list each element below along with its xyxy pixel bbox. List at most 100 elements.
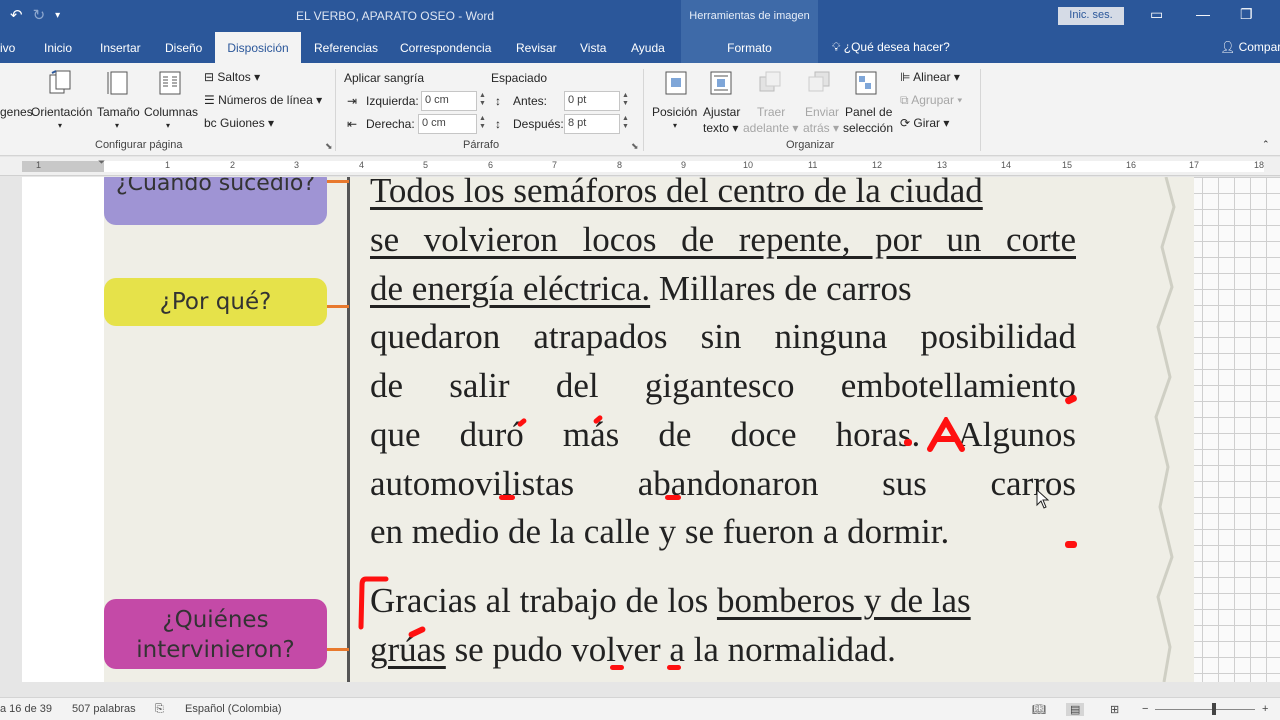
indent-right-label: Derecha:	[366, 117, 415, 131]
text-line-10: grúas se pudo volver a la normalidad.	[370, 630, 1076, 670]
tab-design[interactable]: Diseño	[165, 41, 202, 55]
tab-file[interactable]: ivo	[0, 41, 15, 55]
ribbon-tabs: ivo Inicio Insertar Diseño Referencias C…	[0, 32, 1280, 63]
zoom-slider[interactable]	[1155, 709, 1255, 710]
restore-icon[interactable]: ❐	[1240, 6, 1253, 23]
tab-review[interactable]: Revisar	[516, 41, 557, 55]
tab-layout[interactable]: Disposición	[215, 32, 301, 64]
margins-button[interactable]: genes	[0, 105, 33, 119]
orientation-button[interactable]: Orientación	[31, 105, 92, 119]
tab-references[interactable]: Referencias	[314, 41, 378, 55]
columns-button[interactable]: Columnas	[144, 105, 198, 119]
tab-insert[interactable]: Insertar	[100, 41, 141, 55]
line-numbers-label: Números de línea	[218, 93, 313, 107]
undo-icon[interactable]: ↶	[10, 6, 23, 24]
spacing-before-spinner[interactable]: ▲ ▼	[622, 92, 629, 108]
align-button[interactable]: ⊫ Alinear ▾	[900, 70, 960, 84]
spacing-before-label: Antes:	[513, 94, 548, 108]
read-mode-icon[interactable]: 📖︎	[1032, 703, 1046, 716]
customize-qat-icon[interactable]: ▾	[55, 10, 60, 21]
minimize-icon[interactable]: —	[1196, 6, 1210, 22]
lightbulb-icon: 💡︎	[832, 40, 844, 54]
spacing-before-input[interactable]: 0 pt	[564, 91, 620, 111]
ribbon-display-options-icon[interactable]: ▭	[1150, 6, 1163, 23]
hyphenation-button[interactable]: bc Guiones ▾	[204, 116, 274, 130]
spacing-after-spinner[interactable]: ▲ ▼	[622, 115, 629, 131]
text-line-2: se volvieron locos de repente, por un co…	[370, 220, 1076, 259]
paragraph-launcher-icon[interactable]: ⬊	[631, 141, 639, 152]
collapse-ribbon-icon[interactable]: ⌃	[1262, 139, 1270, 150]
ruler-number: 16	[1126, 160, 1137, 170]
text-line-4: quedaron atrapados sin ninguna posibilid…	[370, 317, 1076, 356]
pill-when: ¿Cuándo sucedió?	[104, 177, 327, 225]
text-line-9: Gracias al trabajo de los bomberos y de …	[370, 581, 1076, 621]
spacing-after-input[interactable]: 8 pt	[564, 114, 620, 134]
picture-tools-title: Herramientas de imagen	[681, 0, 818, 32]
orientation-icon	[49, 70, 71, 94]
size-button[interactable]: Tamaño	[97, 105, 140, 119]
indent-left-spinner[interactable]: ▲ ▼	[479, 92, 486, 108]
page-setup-launcher-icon[interactable]: ⬊	[325, 141, 333, 152]
indent-marker-icon[interactable]: ⏷	[98, 157, 105, 168]
size-dropdown-icon: ▾	[115, 121, 120, 130]
selection-pane-label-1[interactable]: Panel de	[845, 105, 892, 119]
ink-capital-a	[927, 417, 965, 452]
ink-period-2	[1065, 541, 1077, 548]
text-line-3: de energía eléctrica. Millares de carros	[370, 269, 1076, 309]
inserted-picture[interactable]: ¿Cuándo sucedió? ¿Por qué? ¿Quiénes inte…	[104, 177, 1194, 682]
tell-me-box[interactable]: 💡︎ ¿Qué desea hacer?	[832, 40, 950, 55]
text-line-10-rest: se pudo volver a la normalidad.	[445, 630, 896, 669]
print-layout-icon[interactable]: ▤	[1066, 703, 1085, 716]
bring-forward-label-2: adelante	[743, 121, 790, 135]
group-label: Agrupar	[911, 93, 954, 107]
spacing-after-label: Después:	[513, 117, 564, 131]
pill-who: ¿Quiénes intervinieron?	[104, 599, 327, 669]
ruler-number: 3	[294, 160, 300, 170]
position-icon	[665, 71, 687, 95]
horizontal-ruler[interactable]: ⏷ 1 1 2 3 4 5 6 7 8 9 10 11 12 13 14 15 …	[0, 157, 1280, 176]
wrap-text-button[interactable]: texto ▾	[703, 121, 738, 135]
indent-right-input[interactable]: 0 cm	[418, 114, 477, 134]
send-backward-label-1: Enviar	[805, 105, 840, 119]
rotate-button[interactable]: ⟳ Girar ▾	[900, 116, 949, 130]
zoom-out-icon[interactable]: −	[1142, 703, 1148, 715]
group-separator	[335, 69, 336, 151]
wrap-text-label-1[interactable]: Ajustar	[703, 105, 740, 119]
spacing-after-icon: ↕	[495, 117, 501, 131]
columns-icon	[159, 71, 181, 95]
ink-underline-v-3	[667, 665, 681, 670]
web-layout-icon[interactable]: ⊞	[1110, 703, 1119, 716]
spacing-before-icon: ↕	[495, 94, 501, 108]
proofing-icon[interactable]: ⎘	[155, 703, 164, 716]
share-button[interactable]: 👤︎ Compar	[1220, 40, 1280, 54]
page-count[interactable]: a 16 de 39	[0, 703, 52, 715]
indent-right-spinner[interactable]: ▲ ▼	[479, 115, 486, 131]
tab-home[interactable]: Inicio	[44, 41, 72, 55]
redo-icon[interactable]: ↻	[33, 6, 46, 24]
text-line-3-underlined: de energía eléctrica.	[370, 269, 651, 308]
columns-dropdown-icon: ▾	[166, 121, 171, 130]
zoom-slider-thumb[interactable]	[1212, 703, 1216, 715]
status-bar: a 16 de 39 507 palabras ⎘ Español (Colom…	[0, 697, 1280, 720]
word-count[interactable]: 507 palabras	[72, 703, 136, 715]
document-area[interactable]: ¿Cuándo sucedió? ¿Por qué? ¿Quiénes inte…	[0, 177, 1280, 697]
selection-pane-button[interactable]: selección	[843, 121, 893, 135]
indent-left-input[interactable]: 0 cm	[421, 91, 477, 111]
tab-view[interactable]: Vista	[580, 41, 606, 55]
sign-in-button[interactable]: Inic. ses.	[1058, 7, 1124, 25]
breaks-button[interactable]: ⊟ Saltos ▾	[204, 70, 260, 84]
align-label: Alinear	[913, 70, 951, 84]
tab-mailings[interactable]: Correspondencia	[400, 41, 491, 55]
tab-help[interactable]: Ayuda	[631, 41, 665, 55]
position-button[interactable]: Posición	[652, 105, 697, 119]
ink-underline-v-2	[610, 665, 624, 670]
align-icon: ⊫	[900, 70, 914, 84]
language-status[interactable]: Español (Colombia)	[185, 703, 282, 715]
zoom-in-icon[interactable]: +	[1262, 703, 1268, 715]
breaks-label: Saltos	[217, 70, 251, 84]
tab-format[interactable]: Formato	[681, 32, 818, 63]
page-margin	[22, 177, 104, 682]
line-numbers-button[interactable]: ☰ Números de línea ▾	[204, 93, 322, 107]
bring-forward-label-1: Traer	[757, 105, 786, 119]
ruler-number: 10	[743, 160, 754, 170]
